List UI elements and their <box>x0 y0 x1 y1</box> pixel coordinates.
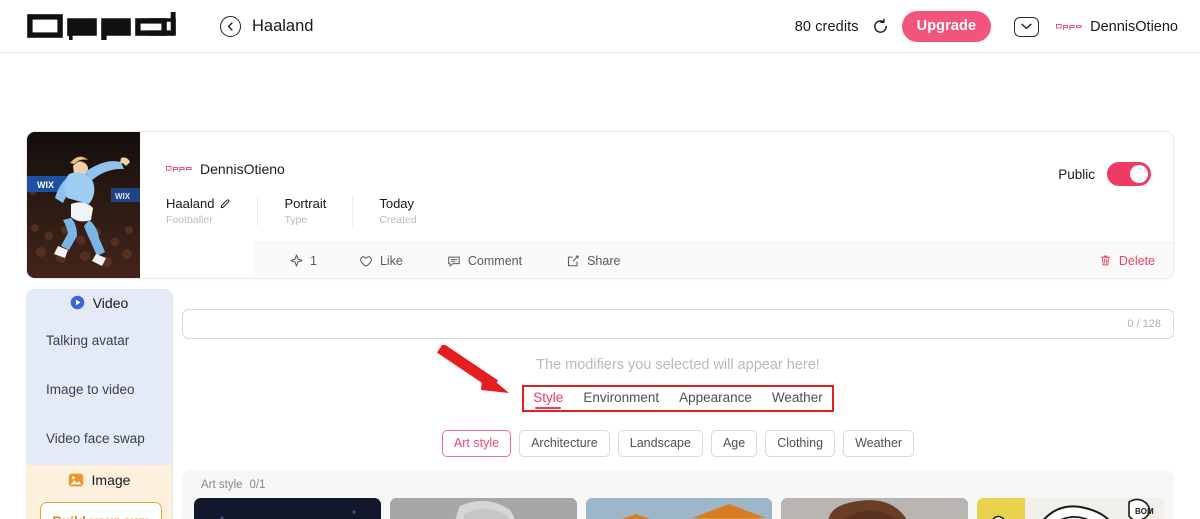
share-button[interactable]: Share <box>566 254 620 268</box>
sidebar-item-image-to-video[interactable]: Image to video <box>26 365 172 414</box>
visibility-label: Public <box>1058 166 1095 182</box>
app-header: Haaland 80 credits Upgrade DennisOtieno <box>0 0 1200 53</box>
sparkle-count[interactable]: 1 <box>290 254 317 268</box>
toggle-knob <box>1130 165 1148 183</box>
sidebar-image-label: Image <box>91 471 131 488</box>
meta-created-label: Created <box>379 214 417 226</box>
sidebar-item-talking-avatar[interactable]: Talking avatar <box>26 316 172 365</box>
art-style-card-cute-3d[interactable]: Cute 3d <box>781 498 969 519</box>
build-your-own-button[interactable]: Build your own <box>40 502 162 519</box>
character-thumbnail[interactable]: WIX WIX <box>27 132 140 278</box>
tab-style[interactable]: Style <box>533 390 563 409</box>
sidebar-item-video-face-swap[interactable]: Video face swap <box>26 414 172 463</box>
tab-weather[interactable]: Weather <box>772 390 823 408</box>
comment-label: Comment <box>467 253 523 268</box>
prompt-input[interactable]: 0 / 128 <box>182 309 1174 339</box>
chip-weather[interactable]: Weather <box>843 430 915 457</box>
image-icon <box>68 473 83 486</box>
sidebar-item-label: Video face swap <box>46 431 145 446</box>
owner-name-label: DennisOtieno <box>200 161 285 177</box>
sidebar-item-label: Image to video <box>46 382 135 397</box>
share-icon <box>568 255 579 266</box>
chevron-down-icon <box>1021 23 1032 30</box>
apob-mini-logo-icon <box>166 160 192 178</box>
meta-created: Today Created <box>379 196 442 226</box>
art-style-card-anime-sketch[interactable]: Anime Sketch <box>389 498 577 519</box>
red-highlight-box-around-tabs: Style Environment Appearance Weather <box>522 385 834 412</box>
post-action-bar: 1 Like Comment Share Delete <box>253 242 1173 278</box>
meta-name-label: Footballer <box>166 214 213 226</box>
profile-details: DennisOtieno Haaland Footballer Portrait… <box>140 132 1173 278</box>
share-label: Share <box>587 253 621 268</box>
chip-art-style[interactable]: Art style <box>441 430 512 457</box>
breadcrumb: Haaland <box>220 15 314 37</box>
public-toggle[interactable] <box>1107 162 1151 186</box>
character-meta: Haaland Footballer Portrait Type Today C… <box>140 178 1173 226</box>
play-circle-icon <box>70 295 84 310</box>
sidebar-section-video-header: Video <box>26 289 172 316</box>
chevron-left-icon <box>227 21 233 31</box>
meta-created-value: Today <box>379 196 415 211</box>
trash-icon <box>1100 255 1110 266</box>
user-name-label: DennisOtieno <box>1090 18 1178 35</box>
svg-text:WIX: WIX <box>37 180 54 190</box>
art-style-card-list: Vintage Anime <box>194 498 1164 519</box>
upgrade-button[interactable]: Upgrade <box>901 11 992 42</box>
delete-button[interactable]: Delete <box>1099 254 1155 268</box>
sparkle-icon <box>290 254 303 267</box>
sidebar-section-image-header: Image <box>26 465 172 494</box>
header-actions: 80 credits Upgrade DennisOtieno <box>795 0 1178 53</box>
art-style-cards-panel: Art style 0/1 BOM <box>182 470 1174 519</box>
inbox-button[interactable] <box>1014 16 1040 37</box>
pencil-icon[interactable] <box>219 198 231 210</box>
refresh-icon[interactable] <box>872 18 889 35</box>
meta-name-value: Haaland <box>166 196 215 211</box>
tab-appearance[interactable]: Appearance <box>679 390 752 408</box>
modifier-panel: 0 / 128 The modifiers you selected will … <box>182 289 1174 519</box>
art-style-card-vintage-anime[interactable]: Vintage Anime <box>194 498 381 519</box>
cards-group-header: Art style 0/1 <box>194 479 1164 491</box>
sidebar-video-section: Video Talking avatar Image to video Vide… <box>26 289 172 465</box>
svg-text:WIX: WIX <box>115 192 131 201</box>
character-profile-card: WIX WIX DennisOtieno Haaland Footballer … <box>26 131 1174 279</box>
meta-type: Portrait Type <box>284 196 354 226</box>
comment-icon <box>448 256 460 266</box>
tool-sidebar: Video Talking avatar Image to video Vide… <box>26 289 173 519</box>
back-button[interactable] <box>220 15 241 37</box>
chip-landscape[interactable]: Landscape <box>617 430 703 457</box>
sidebar-video-label: Video <box>92 294 129 311</box>
sidebar-image-section: Image Build your own <box>26 465 172 519</box>
owner-row: DennisOtieno <box>140 132 1173 178</box>
like-label: Like <box>379 253 403 268</box>
meta-name: Haaland Footballer <box>166 196 259 226</box>
sidebar-item-label: Talking avatar <box>46 333 130 348</box>
art-style-card-cute-comic[interactable]: BOM COW <box>977 498 1164 519</box>
comment-button[interactable]: Comment <box>447 254 522 268</box>
apob-mini-logo-icon <box>1056 23 1082 31</box>
meta-type-label: Type <box>284 214 308 226</box>
build-your-own-label: Build your own <box>52 514 150 519</box>
cards-group-label: Art style <box>201 479 243 491</box>
delete-label: Delete <box>1118 253 1155 268</box>
char-counter: 0 / 128 <box>1127 318 1161 330</box>
svg-text:BOM: BOM <box>1135 507 1154 516</box>
apob-logo[interactable] <box>27 11 184 41</box>
user-menu[interactable]: DennisOtieno <box>1056 19 1178 35</box>
modifier-tabs-wrapper: Style Environment Appearance Weather <box>182 385 1174 412</box>
meta-type-value: Portrait <box>284 196 327 211</box>
visibility-control: Public <box>1058 162 1151 186</box>
credits-label: 80 credits <box>794 18 859 35</box>
like-button[interactable]: Like <box>359 254 403 268</box>
sparkle-count-label: 1 <box>310 253 317 268</box>
chip-architecture[interactable]: Architecture <box>519 430 610 457</box>
modifier-hint-text: The modifiers you selected will appear h… <box>536 357 820 373</box>
cards-group-count: 0/1 <box>249 479 266 491</box>
chip-clothing[interactable]: Clothing <box>765 430 836 457</box>
heart-icon <box>360 255 372 267</box>
page-title: Haaland <box>252 16 314 35</box>
art-style-card-chinese-anime[interactable]: Chinese Anime <box>585 498 773 519</box>
tab-environment[interactable]: Environment <box>583 390 659 408</box>
category-chip-row: Art style Architecture Landscape Age Clo… <box>182 430 1174 457</box>
chip-age[interactable]: Age <box>710 430 758 457</box>
